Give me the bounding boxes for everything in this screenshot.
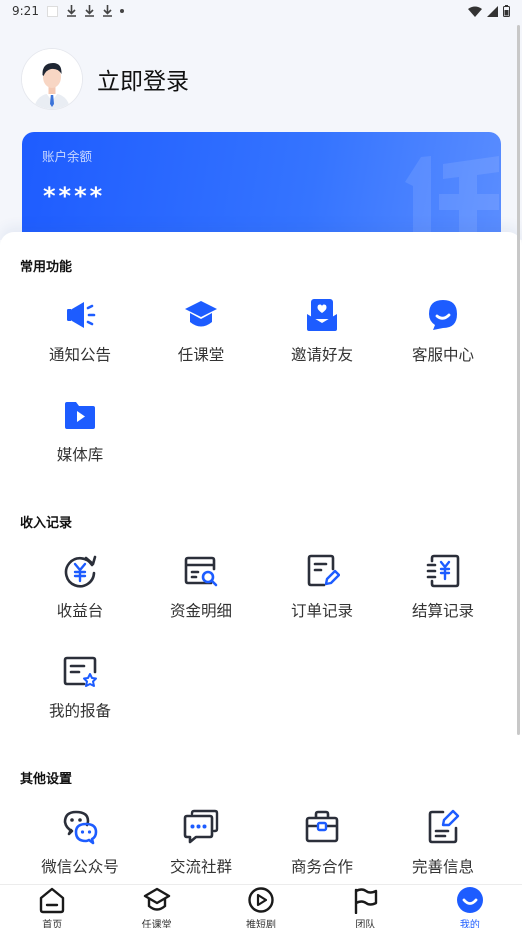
menu-item-classroom[interactable]: 任课堂 — [141, 297, 261, 387]
profile-smile-icon — [456, 887, 483, 913]
section-title-common: 常用功能 — [20, 260, 73, 275]
wifi-icon — [468, 6, 482, 17]
profile-header[interactable]: 立即登录 — [22, 49, 189, 109]
tab-label: 任课堂 — [141, 920, 172, 928]
megaphone-icon — [67, 302, 96, 328]
menu-item-earnings[interactable]: 收益台 — [20, 553, 140, 643]
menu-item-label: 结算记录 — [411, 602, 474, 620]
briefcase-icon — [305, 810, 339, 843]
menu-item-label: 资金明细 — [169, 602, 232, 620]
battery-icon — [503, 5, 510, 17]
balance-value: **** — [43, 182, 106, 210]
more-notifications-dot — [119, 9, 124, 13]
customer-service-icon — [429, 300, 457, 330]
download-icon — [66, 5, 76, 17]
status-time: 9:21 — [12, 4, 39, 18]
signal-icon — [487, 5, 498, 17]
menu-item-label: 交流社群 — [169, 858, 232, 876]
menu-item-label: 收益台 — [56, 602, 104, 620]
menu-item-media[interactable]: 媒体库 — [20, 397, 140, 487]
menu-item-order-record[interactable]: 订单记录 — [262, 553, 382, 643]
menu-item-my-report[interactable]: 我的报备 — [20, 653, 140, 743]
default-avatar-icon — [22, 49, 82, 109]
menu-item-label: 通知公告 — [48, 346, 111, 364]
avatar[interactable] — [22, 49, 82, 109]
tab-mine[interactable]: 我的 — [418, 885, 522, 928]
home-icon — [40, 887, 65, 914]
graduation-cap-icon — [143, 887, 170, 911]
order-record-icon — [307, 554, 340, 587]
tab-label: 首页 — [42, 920, 63, 928]
media-folder-icon — [65, 402, 95, 429]
play-icon — [248, 887, 274, 913]
section-title-other: 其他设置 — [20, 772, 73, 787]
menu-item-label: 任课堂 — [177, 346, 225, 364]
download-icon — [84, 5, 94, 17]
menu-item-label: 邀请好友 — [290, 346, 353, 364]
tab-label: 团队 — [355, 920, 376, 928]
menu-item-invite[interactable]: 邀请好友 — [262, 297, 382, 387]
community-chat-icon — [183, 809, 219, 844]
menu-item-fund-details[interactable]: 资金明细 — [141, 553, 261, 643]
menu-item-label: 商务合作 — [290, 858, 353, 876]
section-title-income: 收入记录 — [20, 516, 73, 531]
login-link[interactable]: 立即登录 — [97, 62, 189, 96]
notification-app-icon — [46, 5, 58, 17]
menu-item-label: 客服中心 — [411, 346, 474, 364]
tab-label: 我的 — [459, 920, 480, 928]
balance-label: 账户余额 — [42, 149, 93, 164]
brand-watermark-icon — [405, 156, 499, 242]
tab-short-drama[interactable]: 推短剧 — [209, 885, 313, 928]
menu-item-customer-service[interactable]: 客服中心 — [383, 297, 503, 387]
tab-classroom[interactable]: 任课堂 — [104, 885, 208, 928]
status-bar: 9:21 — [0, 0, 522, 22]
menu-item-settlement-record[interactable]: 结算记录 — [383, 553, 503, 643]
tab-label: 推短剧 — [246, 920, 277, 928]
wechat-icon — [63, 810, 98, 845]
yuan-refresh-icon — [64, 555, 97, 588]
invite-envelope-icon — [307, 299, 337, 331]
fund-details-icon — [184, 556, 218, 587]
settlement-record-icon — [426, 554, 460, 588]
menu-item-label: 微信公众号 — [41, 858, 119, 876]
graduation-cap-icon — [185, 301, 217, 327]
tab-home[interactable]: 首页 — [0, 885, 104, 928]
menu-item-label: 完善信息 — [411, 858, 474, 876]
bottom-tab-bar: 首页 任课堂 推短剧 团队 我的 — [0, 884, 522, 928]
menu-item-label: 媒体库 — [56, 446, 104, 464]
balance-card[interactable]: 账户余额 **** — [22, 132, 501, 244]
menu-item-notice[interactable]: 通知公告 — [20, 297, 140, 387]
download-icon — [102, 5, 112, 17]
tab-team[interactable]: 团队 — [313, 885, 417, 928]
edit-info-icon — [428, 809, 460, 844]
menu-item-label: 订单记录 — [290, 602, 353, 620]
menu-item-label: 我的报备 — [48, 702, 111, 720]
flag-icon — [355, 888, 378, 914]
my-report-icon — [63, 656, 97, 687]
scrollbar[interactable] — [517, 25, 520, 735]
